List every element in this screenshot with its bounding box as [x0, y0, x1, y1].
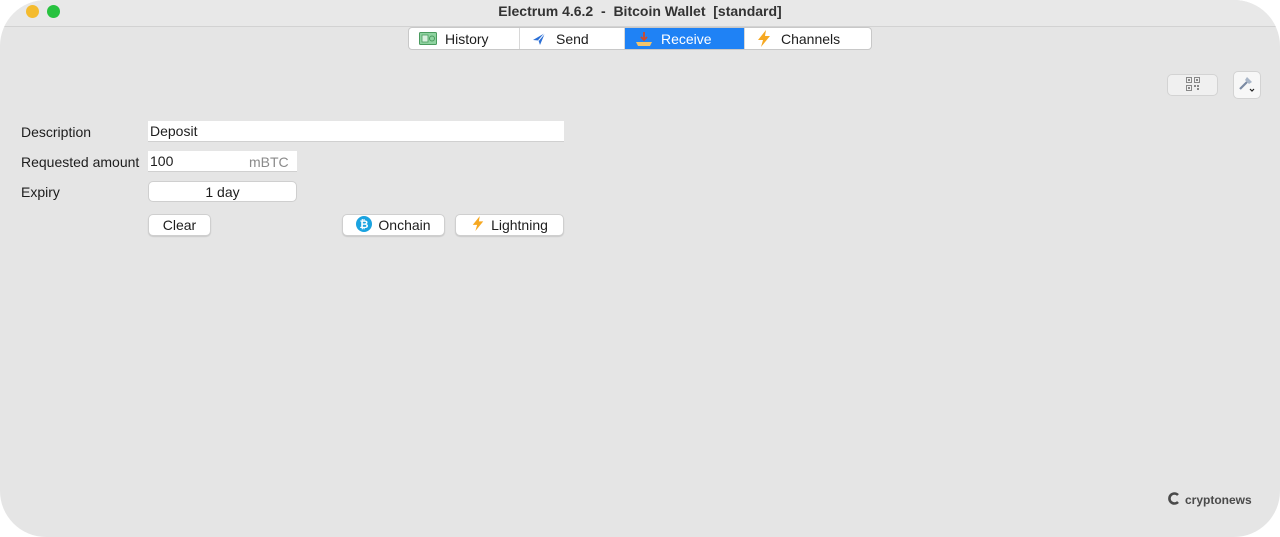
tab-history[interactable]: History	[409, 28, 520, 49]
cryptonews-watermark: cryptonews	[1168, 492, 1252, 508]
clear-button[interactable]: Clear	[148, 214, 211, 236]
title-bar: Electrum 4.6.2 - Bitcoin Wallet [standar…	[0, 0, 1280, 27]
tab-receive-label: Receive	[661, 30, 712, 47]
tab-channels-label: Channels	[781, 30, 841, 47]
svg-text:₿: ₿	[360, 219, 369, 231]
description-label: Description	[21, 124, 92, 140]
description-field[interactable]	[148, 121, 564, 142]
watermark-text: cryptonews	[1185, 493, 1252, 507]
tab-history-label: History	[445, 30, 489, 47]
tab-channels[interactable]: Channels	[745, 28, 871, 49]
lightning-icon	[471, 215, 485, 235]
tab-receive[interactable]: Receive	[625, 28, 745, 49]
lightning-button[interactable]: Lightning	[455, 214, 564, 236]
receive-icon	[635, 31, 653, 47]
tools-icon	[1237, 74, 1257, 97]
onchain-button[interactable]: ₿ Onchain	[342, 214, 445, 236]
bitcoin-icon: ₿	[356, 215, 373, 235]
clear-button-label: Clear	[162, 217, 197, 233]
tab-send[interactable]: Send	[520, 28, 625, 49]
lightning-button-label: Lightning	[491, 217, 548, 233]
lightning-icon	[755, 30, 773, 47]
tools-button[interactable]	[1233, 71, 1261, 99]
amount-unit: mBTC	[249, 154, 289, 170]
expiry-value: 1 day	[205, 183, 240, 200]
tab-bar: History Send Receive Channels	[408, 27, 872, 50]
send-icon	[530, 31, 548, 47]
expiry-select[interactable]: 1 day	[148, 181, 297, 202]
qr-code-button[interactable]	[1167, 74, 1218, 96]
cryptonews-logo-icon	[1168, 492, 1181, 508]
onchain-button-label: Onchain	[378, 217, 431, 233]
expiry-label: Expiry	[21, 184, 60, 200]
history-icon	[419, 31, 437, 47]
requested-amount-label: Requested amount	[21, 154, 140, 170]
window-title: Electrum 4.6.2 - Bitcoin Wallet [standar…	[498, 3, 782, 19]
tab-send-label: Send	[556, 30, 589, 47]
electrum-window: Electrum 4.6.2 - Bitcoin Wallet [standar…	[0, 0, 1280, 537]
qr-code-icon	[1185, 76, 1200, 94]
